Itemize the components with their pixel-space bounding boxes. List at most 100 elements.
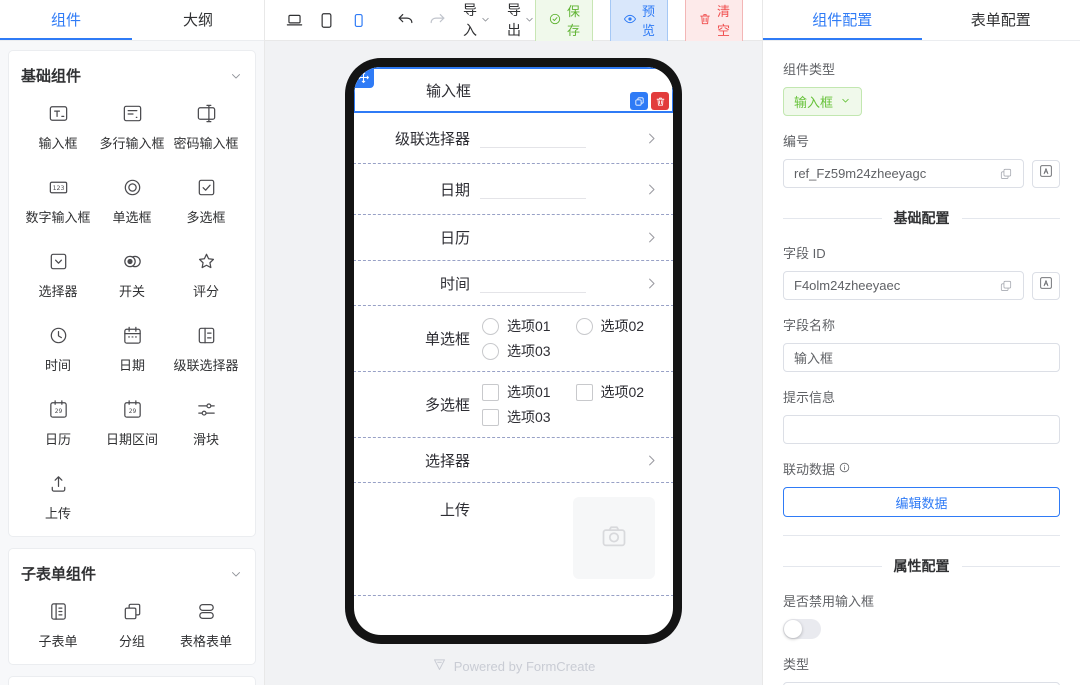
form-row-upload[interactable]: 上传 <box>354 482 673 596</box>
config-body: 组件类型 输入框 编号 ref_Fz59m24zheeyagc 基础配置 字段 … <box>763 41 1080 685</box>
section-header[interactable]: 基础组件 <box>21 65 243 86</box>
device-mobile-button[interactable] <box>349 11 368 30</box>
palette-item-switch[interactable]: 开关 <box>95 250 169 300</box>
value-underline <box>480 128 586 148</box>
clear-button[interactable]: 清空 <box>685 0 743 45</box>
time-icon <box>47 324 70 347</box>
device-tablet-button[interactable] <box>317 11 336 30</box>
palette-item-calendar[interactable]: 29 日历 <box>21 398 95 448</box>
component-type-tag[interactable]: 输入框 <box>783 87 862 116</box>
checkbox-square-icon <box>576 384 593 401</box>
palette-item-select[interactable]: 选择器 <box>21 250 95 300</box>
form-row-cascader[interactable]: 级联选择器 <box>354 112 673 164</box>
palette-item-password[interactable]: 密码输入框 <box>169 102 243 152</box>
palette-item-number[interactable]: 123 数字输入框 <box>21 176 95 226</box>
palette-item-cascader[interactable]: 级联选择器 <box>169 324 243 374</box>
radio-option[interactable]: 选项02 <box>576 316 670 336</box>
rename-button[interactable] <box>1032 272 1060 300</box>
undo-button[interactable] <box>396 11 415 30</box>
value-underline <box>480 273 586 293</box>
palette-item-rating[interactable]: 评分 <box>169 250 243 300</box>
field-name-input[interactable]: 输入框 <box>783 343 1060 372</box>
preview-button[interactable]: 预览 <box>610 0 668 45</box>
form-row-time[interactable]: 时间 <box>354 260 673 306</box>
component-grid: 子表单 分组 表格表单 <box>21 600 243 650</box>
form-row-checkbox-group[interactable]: 多选框 选项01 选项02 选项03 <box>354 371 673 438</box>
field-label: 选择器 <box>354 450 472 471</box>
form-row-select[interactable]: 选择器 <box>354 437 673 483</box>
field-label: 时间 <box>354 273 472 294</box>
radio-icon <box>121 176 144 199</box>
tab-outline[interactable]: 大纲 <box>132 0 264 40</box>
save-button[interactable]: 保存 <box>535 0 593 45</box>
radio-option[interactable]: 选项01 <box>482 316 576 336</box>
tab-form-config[interactable]: 表单配置 <box>922 0 1080 40</box>
chevron-right-icon <box>644 230 659 245</box>
component-grid: 输入框 多行输入框 密码输入框 123 数字输入框 <box>21 102 243 522</box>
delete-button[interactable] <box>651 92 669 110</box>
checkbox-option[interactable]: 选项02 <box>576 382 670 402</box>
palette-item-input[interactable]: 输入框 <box>21 102 95 152</box>
export-dropdown[interactable]: 导出 <box>507 0 535 40</box>
radio-circle-icon <box>482 343 499 360</box>
rename-button[interactable] <box>1032 160 1060 188</box>
palette-item-time[interactable]: 时间 <box>21 324 95 374</box>
upload-dropzone[interactable] <box>573 497 655 579</box>
field-id-input[interactable]: F4olm24zheeyaec <box>783 271 1024 300</box>
text-input-icon <box>47 102 70 125</box>
disable-input-toggle[interactable] <box>783 619 821 639</box>
radio-option[interactable]: 选项03 <box>482 341 576 361</box>
tab-component-config[interactable]: 组件配置 <box>763 0 922 40</box>
form-row-radio-group[interactable]: 单选框 选项01 选项02 选项03 <box>354 305 673 372</box>
chevron-down-icon <box>480 12 491 28</box>
field-label: 级联选择器 <box>354 128 472 149</box>
palette-item-tableform[interactable]: 表格表单 <box>169 600 243 650</box>
radio-options: 选项01 选项02 选项03 <box>472 306 673 371</box>
formcreate-logo-icon <box>432 657 447 675</box>
copy-icon[interactable] <box>999 167 1013 181</box>
import-dropdown[interactable]: 导入 <box>463 0 491 40</box>
powered-by: Powered by FormCreate <box>432 657 596 675</box>
mobile-icon <box>349 11 368 30</box>
chevron-down-icon <box>229 567 243 581</box>
palette-item-daterange[interactable]: 29 日期区间 <box>95 398 169 448</box>
palette-item-textarea[interactable]: 多行输入框 <box>95 102 169 152</box>
duplicate-button[interactable] <box>630 92 648 110</box>
palette-item-checkbox[interactable]: 多选框 <box>169 176 243 226</box>
checkbox-option[interactable]: 选项01 <box>482 382 576 402</box>
palette-item-upload[interactable]: 上传 <box>21 472 95 522</box>
tablet-icon <box>317 11 336 30</box>
section-header[interactable]: 子表单组件 <box>21 563 243 584</box>
date-range-icon: 29 <box>121 398 144 421</box>
drag-handle-icon[interactable] <box>354 67 374 88</box>
palette-item-date[interactable]: 日期 <box>95 324 169 374</box>
chevron-right-icon <box>644 453 659 468</box>
checkbox-option[interactable]: 选项03 <box>482 407 576 427</box>
tab-components[interactable]: 组件 <box>0 0 132 40</box>
designer-center: 导入 导出 保存 预览 清空 输入框 <box>265 0 762 685</box>
palette-item-radio[interactable]: 单选框 <box>95 176 169 226</box>
palette-item-group[interactable]: 分组 <box>95 600 169 650</box>
device-laptop-button[interactable] <box>285 11 304 30</box>
form-row-calendar[interactable]: 日历 <box>354 214 673 261</box>
form-row-date[interactable]: 日期 <box>354 163 673 215</box>
redo-button[interactable] <box>428 11 447 30</box>
horizontal-rule <box>783 535 1060 536</box>
copy-icon[interactable] <box>999 279 1013 293</box>
section-aux-components: 辅助组件 <box>8 676 256 685</box>
password-input-icon <box>195 102 218 125</box>
hint-input[interactable] <box>783 415 1060 444</box>
component-type-label: 组件类型 <box>783 59 1060 78</box>
chevron-down-icon <box>229 69 243 83</box>
form-row-input[interactable]: 输入框 <box>354 67 673 113</box>
palette-item-subform[interactable]: 子表单 <box>21 600 95 650</box>
row-actions <box>630 92 669 110</box>
ref-input[interactable]: ref_Fz59m24zheeyagc <box>783 159 1024 188</box>
edit-data-button[interactable]: 编辑数据 <box>783 487 1060 517</box>
section-subform-components: 子表单组件 子表单 分组 表格表单 <box>8 548 256 665</box>
field-label: 多选框 <box>354 394 472 415</box>
field-id-label: 字段 ID <box>783 243 1060 262</box>
palette-item-slider[interactable]: 滑块 <box>169 398 243 448</box>
chevron-right-icon <box>644 182 659 197</box>
phone-mockup: 输入框 级联选择器 日期 <box>345 58 682 644</box>
